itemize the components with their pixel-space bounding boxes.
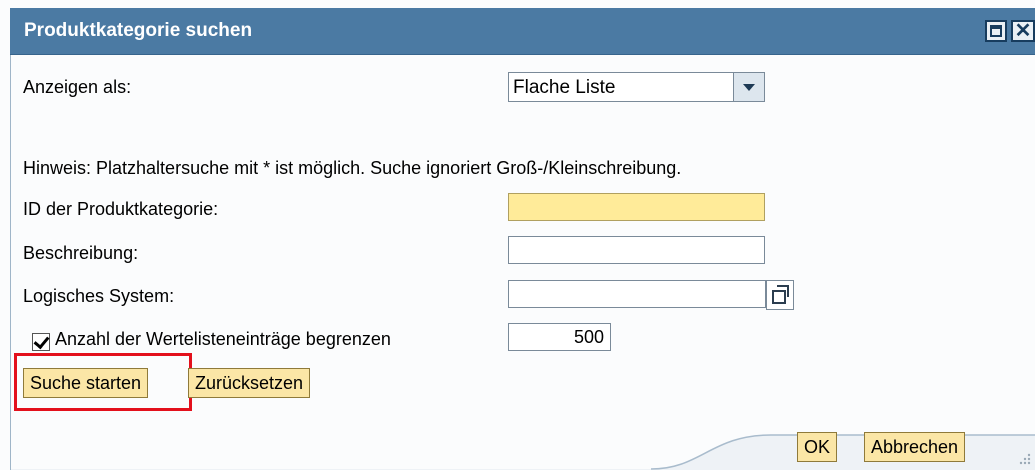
close-icon[interactable]: ✕ <box>1011 20 1035 42</box>
dialog-title: Produktkategorie suchen <box>24 20 253 41</box>
display-as-label: Anzeigen als: <box>23 77 132 97</box>
limit-input[interactable] <box>508 323 611 351</box>
dialog-content: Anzeigen als: Flache Liste Hinweis: Plat… <box>10 55 1035 470</box>
dialog-titlebar: Produktkategorie suchen ✕ <box>10 8 1035 55</box>
ok-button[interactable]: OK <box>797 432 838 462</box>
category-id-input[interactable] <box>508 193 765 221</box>
search-dialog: Produktkategorie suchen ✕ Anzeigen als: … <box>0 0 1035 470</box>
maximize-icon[interactable] <box>985 20 1007 42</box>
limit-label: Anzahl der Wertelisteneinträge begrenzen <box>55 329 391 349</box>
description-label: Beschreibung: <box>23 243 139 263</box>
category-id-label: ID der Produktkategorie: <box>23 199 219 219</box>
display-as-dropdown[interactable]: Flache Liste <box>508 72 765 102</box>
description-input[interactable] <box>508 236 765 264</box>
reset-button[interactable]: Zurücksetzen <box>188 368 311 398</box>
cancel-button[interactable]: Abbrechen <box>864 432 966 462</box>
start-search-button[interactable]: Suche starten <box>23 368 149 398</box>
logical-system-label: Logisches System: <box>23 286 175 306</box>
display-as-value: Flache Liste <box>513 77 616 98</box>
value-help-icon[interactable] <box>766 280 794 310</box>
resize-grip-icon[interactable] <box>1017 452 1031 466</box>
search-hint: Hinweis: Platzhaltersuche mit * ist mögl… <box>23 158 682 178</box>
logical-system-input[interactable] <box>508 280 766 308</box>
limit-checkbox[interactable] <box>32 333 50 351</box>
chevron-down-icon[interactable] <box>733 73 764 101</box>
